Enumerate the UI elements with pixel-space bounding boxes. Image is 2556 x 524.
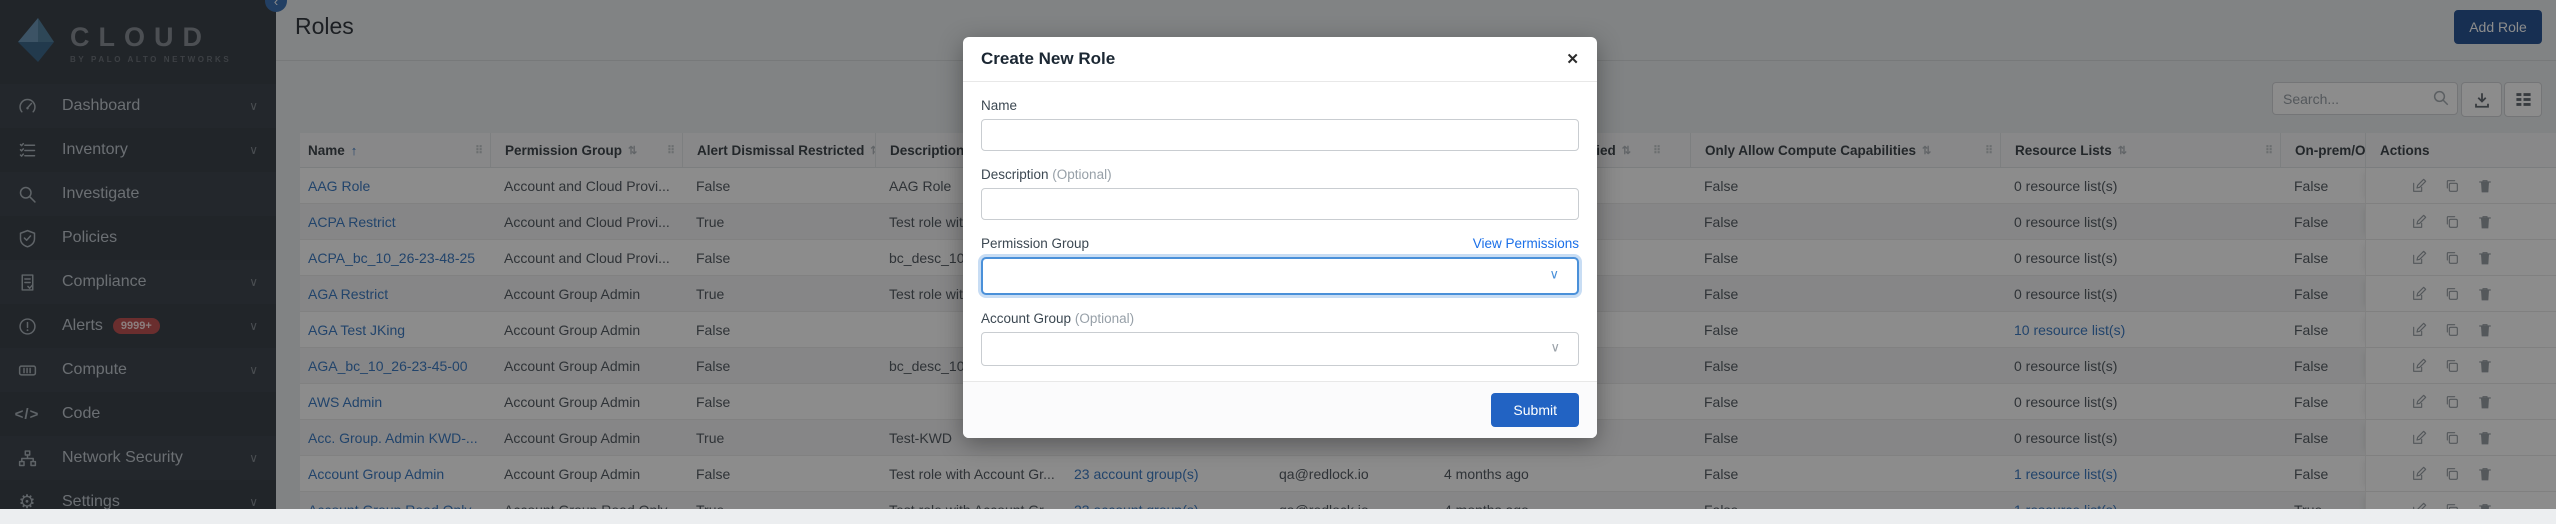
modal-footer: Submit: [963, 381, 1597, 438]
account-group-field-group: Account Group (Optional) ∨: [981, 311, 1579, 366]
description-label: Description (Optional): [981, 167, 1112, 182]
optional-hint: (Optional): [1075, 311, 1134, 326]
account-group-label: Account Group (Optional): [981, 311, 1134, 326]
permission-group-select[interactable]: ∨: [981, 257, 1579, 295]
modal-title: Create New Role: [981, 49, 1115, 69]
modal-header: Create New Role ✕: [963, 37, 1597, 82]
role-description-input[interactable]: [981, 188, 1579, 220]
chevron-down-icon: ∨: [1549, 267, 1559, 283]
role-name-input[interactable]: [981, 119, 1579, 151]
view-permissions-link[interactable]: View Permissions: [1473, 236, 1579, 251]
chevron-down-icon: ∨: [1550, 340, 1560, 356]
optional-hint: (Optional): [1052, 167, 1111, 182]
modal-body: Name Description (Optional) Permission G…: [963, 82, 1597, 381]
close-icon[interactable]: ✕: [1566, 52, 1579, 67]
name-field-group: Name: [981, 98, 1579, 151]
account-group-select[interactable]: ∨: [981, 332, 1579, 366]
description-field-group: Description (Optional): [981, 167, 1579, 220]
permission-group-label: Permission Group: [981, 236, 1089, 251]
permission-group-field-group: Permission Group View Permissions ∨: [981, 236, 1579, 295]
name-label: Name: [981, 98, 1017, 113]
create-new-role-modal: Create New Role ✕ Name Description (Opti…: [963, 37, 1597, 438]
submit-button[interactable]: Submit: [1491, 393, 1579, 427]
